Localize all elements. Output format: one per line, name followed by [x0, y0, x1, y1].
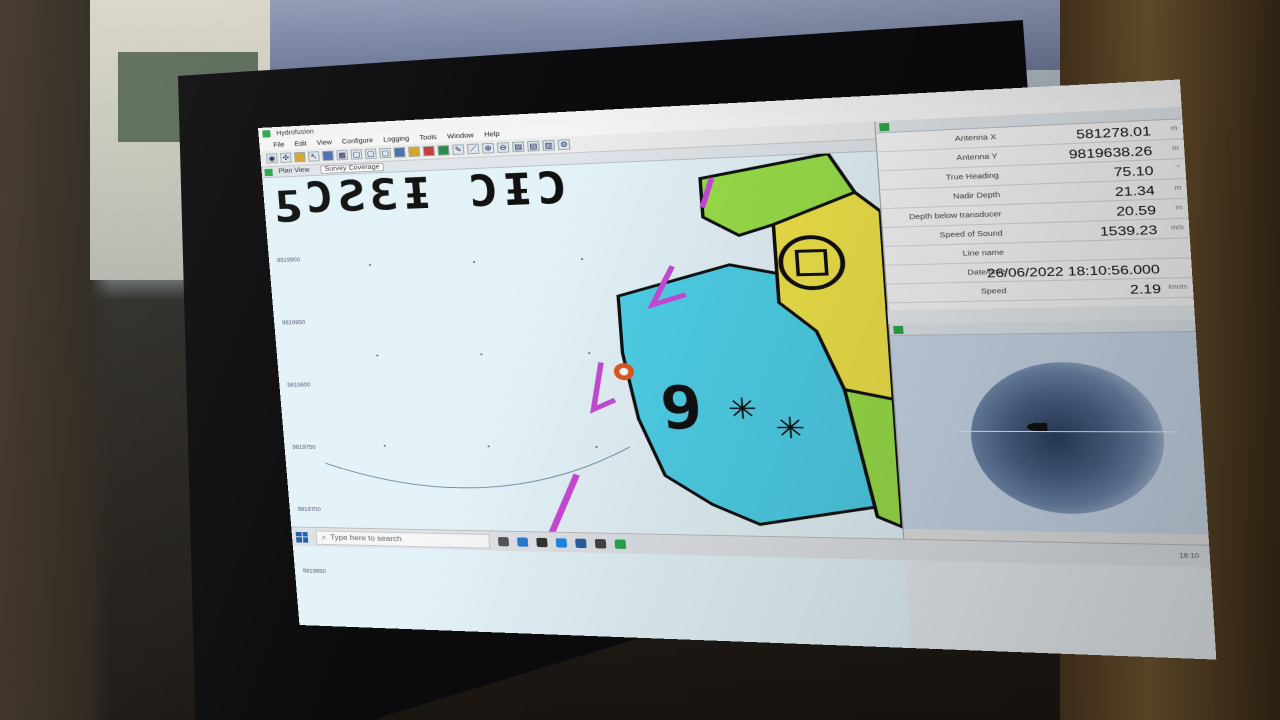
readout-value: 581278.01: [1075, 123, 1152, 142]
tab-plan-view[interactable]: Plan View: [275, 167, 312, 175]
window3-icon[interactable]: ▢: [379, 147, 392, 159]
wreck-symbol-2: ✳: [774, 403, 806, 448]
y-tick-label: 9819700: [297, 507, 322, 513]
sonar-vessel-icon: [1026, 422, 1048, 432]
pointer-icon[interactable]: ↖: [307, 151, 320, 162]
store-icon[interactable]: [536, 537, 548, 547]
readout-label: Antenna Y: [956, 153, 998, 163]
search-placeholder: Type here to search: [329, 533, 402, 544]
readout-label: Line name: [962, 249, 1005, 258]
layer-icon[interactable]: [322, 150, 334, 162]
save-as-icon[interactable]: ▤: [527, 140, 540, 152]
sonar-view-window: [888, 319, 1210, 547]
readout-label: Speed: [980, 288, 1007, 296]
plan-view-window: Plan View Survey Coverage 9 ✳ ✳ ƽƆƧƐƗ ƆƗ…: [261, 139, 911, 649]
menu-window[interactable]: Window: [447, 132, 474, 140]
readout-unit: m: [1171, 145, 1180, 153]
readout-label: Antenna X: [954, 134, 997, 144]
menu-file[interactable]: File: [273, 142, 285, 149]
alarm-icon[interactable]: [422, 145, 435, 157]
readout-label: Nadir Depth: [952, 191, 1001, 201]
readout-value: 2.19: [1129, 281, 1162, 297]
plan-view-icon: [264, 168, 273, 177]
readout-icon: [879, 122, 890, 132]
menu-view[interactable]: View: [316, 139, 332, 146]
tab-survey-coverage[interactable]: Survey Coverage: [320, 162, 385, 174]
edge-icon[interactable]: [516, 536, 529, 547]
hydrofusion-screen: Hydrofusion File Edit View Configure Log…: [258, 79, 1217, 660]
settings-icon[interactable]: ⚙: [557, 139, 571, 151]
y-tick-label: 9819750: [292, 445, 316, 451]
menu-logging[interactable]: Logging: [383, 135, 409, 143]
readout-value: 21.34: [1114, 183, 1156, 200]
menu-edit[interactable]: Edit: [294, 140, 307, 147]
readout-unit: m/s: [1170, 225, 1185, 232]
app-icon-2[interactable]: [594, 538, 607, 549]
y-tick-label: 9819900: [276, 257, 301, 264]
readout-label: True Heading: [945, 172, 1000, 182]
zoom-out-icon[interactable]: ⊖: [496, 142, 510, 153]
menu-help[interactable]: Help: [484, 131, 500, 138]
search-input[interactable]: ⌕ Type here to search: [315, 530, 491, 549]
readout-value: 1539.23: [1099, 222, 1158, 239]
zoom-icon[interactable]: ⊕: [481, 142, 495, 154]
app-title: Hydrofusion: [276, 128, 314, 137]
y-tick-label: 9819850: [281, 320, 306, 327]
print-icon[interactable]: ▥: [542, 139, 556, 151]
readout-value: 9819638.26: [1068, 143, 1153, 162]
search-icon: ⌕: [321, 532, 327, 541]
app-icon: [262, 130, 271, 138]
depth-label-9: 9: [658, 374, 705, 443]
readout-value: 20.59: [1115, 202, 1157, 219]
data-readout-window: Antenna X 581278.01 m Antenna Y 9819638.26 m T…: [874, 106, 1195, 311]
tool-icon[interactable]: ✎: [452, 144, 465, 156]
window-icon[interactable]: ▢: [350, 149, 363, 160]
sonar-titlebar: [889, 319, 1196, 337]
save-icon[interactable]: ▤: [511, 141, 525, 153]
readout-unit: knots: [1168, 284, 1188, 291]
tray-clock: 18:10: [1179, 552, 1200, 560]
target-ring: [779, 236, 844, 289]
readout-value: 75.10: [1113, 163, 1154, 180]
compass-icon[interactable]: ✣: [279, 152, 292, 163]
readout-unit: m: [1170, 125, 1178, 133]
y-tick-label: 9819800: [287, 383, 311, 389]
readout-label: Speed of Sound: [939, 230, 1003, 240]
readout-unit: m: [1175, 205, 1183, 212]
marker-icon[interactable]: [293, 151, 306, 163]
coverage-map-svg: 9 ✳ ✳ ƽƆƧƐƗ ƆƗƆ: [262, 152, 911, 649]
y-tick-label: 9819650: [302, 568, 327, 575]
menu-configure[interactable]: Configure: [342, 137, 374, 145]
readout-unit: m: [1174, 185, 1182, 192]
windows-icon[interactable]: [295, 531, 309, 543]
wreck-symbol: ✳: [727, 383, 758, 428]
readout-unit: °: [1176, 165, 1181, 172]
readout-rows: Antenna X 581278.01 m Antenna Y 9819638.26 m T…: [876, 119, 1194, 304]
camera-icon[interactable]: ◉: [266, 153, 278, 164]
explorer-icon[interactable]: [575, 538, 587, 548]
grid-icon[interactable]: ▦: [336, 149, 349, 161]
readout-value: 26/06/2022 18:10:56.000: [986, 262, 1161, 281]
window2-icon[interactable]: ▢: [364, 148, 377, 160]
readout-label: Depth below transducer: [908, 211, 1002, 222]
task-view-icon[interactable]: [497, 536, 510, 546]
survey-map[interactable]: 9 ✳ ✳ ƽƆƧƐƗ ƆƗƆ 9819900 9819850 9819800 …: [262, 152, 911, 649]
sonar-swath: [966, 361, 1169, 516]
sun-icon[interactable]: [408, 146, 421, 158]
ruler-icon[interactable]: ⟋: [466, 143, 480, 155]
monitor-screen: Hydrofusion File Edit View Configure Log…: [0, 0, 1280, 720]
map-icon[interactable]: [437, 144, 450, 156]
globe-icon[interactable]: [393, 147, 406, 158]
sonar-icon: [893, 325, 904, 335]
menu-tools[interactable]: Tools: [419, 134, 437, 141]
mail-icon[interactable]: [555, 537, 568, 548]
hydrofusion-taskbar-icon[interactable]: [614, 538, 627, 549]
